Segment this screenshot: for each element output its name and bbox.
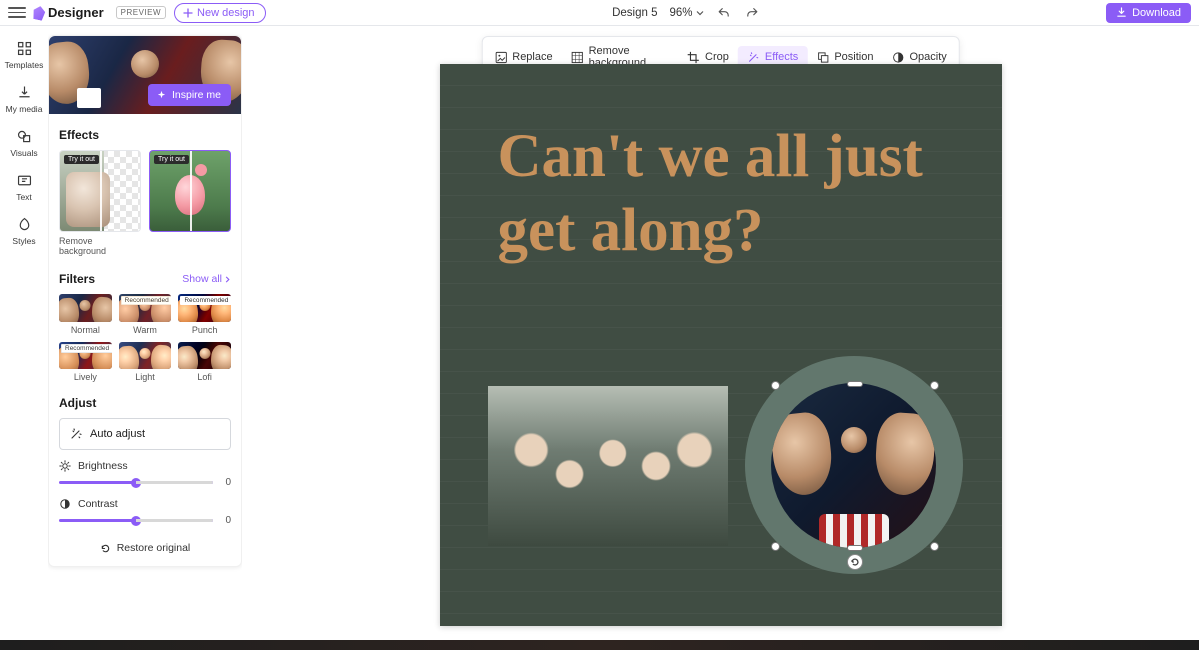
brightness-icon [59,460,71,472]
filter-lofi[interactable]: Lofi [178,342,231,383]
brightness-value: 0 [221,477,231,488]
new-design-button[interactable]: New design [174,3,265,23]
rail-label: Styles [12,236,35,246]
ctx-label: Position [834,51,873,63]
top-bar: Designer PREVIEW New design Design 5 96%… [0,0,1199,26]
new-design-label: New design [197,7,254,19]
menu-button[interactable] [8,4,26,22]
inspire-label: Inspire me [172,89,221,101]
restore-original-button[interactable]: Restore original [59,542,231,554]
contrast-slider[interactable]: Contrast 0 [59,498,231,526]
app-logo[interactable]: Designer [32,5,104,20]
opacity-icon [891,51,904,64]
canvas-image-circle[interactable] [745,356,963,574]
removebg-icon [571,51,584,64]
recommended-badge: Recommended [121,296,172,305]
brightness-slider[interactable]: Brightness 0 [59,460,231,488]
download-icon [1116,7,1127,18]
chevron-right-icon [224,276,231,283]
filter-normal[interactable]: Normal [59,294,112,335]
position-icon [816,51,829,64]
plus-icon [183,8,193,18]
app-name: Designer [48,5,104,20]
rail-label: Text [16,192,32,202]
mymedia-icon [16,84,33,101]
filter-label: Punch [192,325,218,335]
effect-blur-background[interactable]: Try it out Blur background [149,150,231,256]
panel-hero-image: Inspire me [49,36,241,114]
restore-icon [100,543,111,554]
show-all-label: Show all [182,273,222,285]
filter-warm[interactable]: Recommended Warm [119,294,172,335]
effects-title: Effects [59,128,231,142]
templates-icon [16,40,33,57]
topbar-center: Design 5 96% [266,5,1107,21]
contrast-value: 0 [221,515,231,526]
ctx-label: Crop [705,51,729,63]
show-all-filters[interactable]: Show all [182,273,231,285]
rail-templates[interactable]: Templates [5,40,44,70]
tryit-badge: Try it out [64,155,99,164]
document-title[interactable]: Design 5 [612,7,657,19]
effect-remove-background[interactable]: Try it out Remove background [59,150,141,256]
restore-label: Restore original [117,542,191,554]
download-button[interactable]: Download [1106,3,1191,23]
ctx-label: Effects [765,51,798,63]
download-label: Download [1132,7,1181,19]
zoom-control[interactable]: 96% [669,7,703,19]
rail-text[interactable]: Text [16,172,33,202]
sparkle-icon [156,90,167,101]
effect-label: Remove background [59,236,141,256]
headline-text[interactable]: Can't we all just get along? [498,120,972,269]
inspire-me-button[interactable]: Inspire me [148,84,231,106]
chevron-down-icon [696,9,704,17]
filter-label: Normal [71,325,100,335]
undo-button[interactable] [716,5,732,21]
design-canvas[interactable]: Can't we all just get along? [440,64,1002,626]
ctx-label: Replace [512,51,552,63]
effects-icon [747,51,760,64]
filter-label: Light [135,372,155,382]
filter-label: Lively [74,372,97,382]
ctx-label: Opacity [909,51,946,63]
recommended-badge: Recommended [180,296,231,305]
logo-icon [31,4,48,21]
wand-icon [70,428,82,440]
filter-punch[interactable]: Recommended Punch [178,294,231,335]
left-rail: Templates My media Visuals Text Styles [0,26,48,640]
tryit-badge: Try it out [154,155,189,164]
rail-mymedia[interactable]: My media [6,84,43,114]
crop-icon [687,51,700,64]
filter-lively[interactable]: Recommended Lively [59,342,112,383]
stage: Replace Remove background Crop Effects P… [242,26,1199,640]
recommended-badge: Recommended [61,344,112,353]
styles-icon [16,216,33,233]
preview-badge: PREVIEW [116,6,166,19]
filter-light[interactable]: Light [119,342,172,383]
rail-label: Visuals [10,148,37,158]
filters-title: Filters [59,272,95,286]
rail-label: My media [6,104,43,114]
replace-icon [494,51,507,64]
rail-label: Templates [5,60,44,70]
resize-handle[interactable] [930,542,939,551]
filter-label: Warm [133,325,157,335]
auto-adjust-label: Auto adjust [90,428,145,440]
adjust-title: Adjust [59,396,231,410]
side-panel: Inspire me Effects Try it out Remove bac… [48,26,242,640]
canvas-image-crowd[interactable] [488,386,728,546]
auto-adjust-button[interactable]: Auto adjust [59,418,231,450]
contrast-icon [59,498,71,510]
redo-button[interactable] [744,5,760,21]
text-icon [16,172,33,189]
brightness-label: Brightness [78,460,128,472]
rail-styles[interactable]: Styles [12,216,35,246]
contrast-label: Contrast [78,498,118,510]
filter-label: Lofi [197,372,212,382]
visuals-icon [16,128,33,145]
zoom-value: 96% [669,7,692,19]
rail-visuals[interactable]: Visuals [10,128,37,158]
